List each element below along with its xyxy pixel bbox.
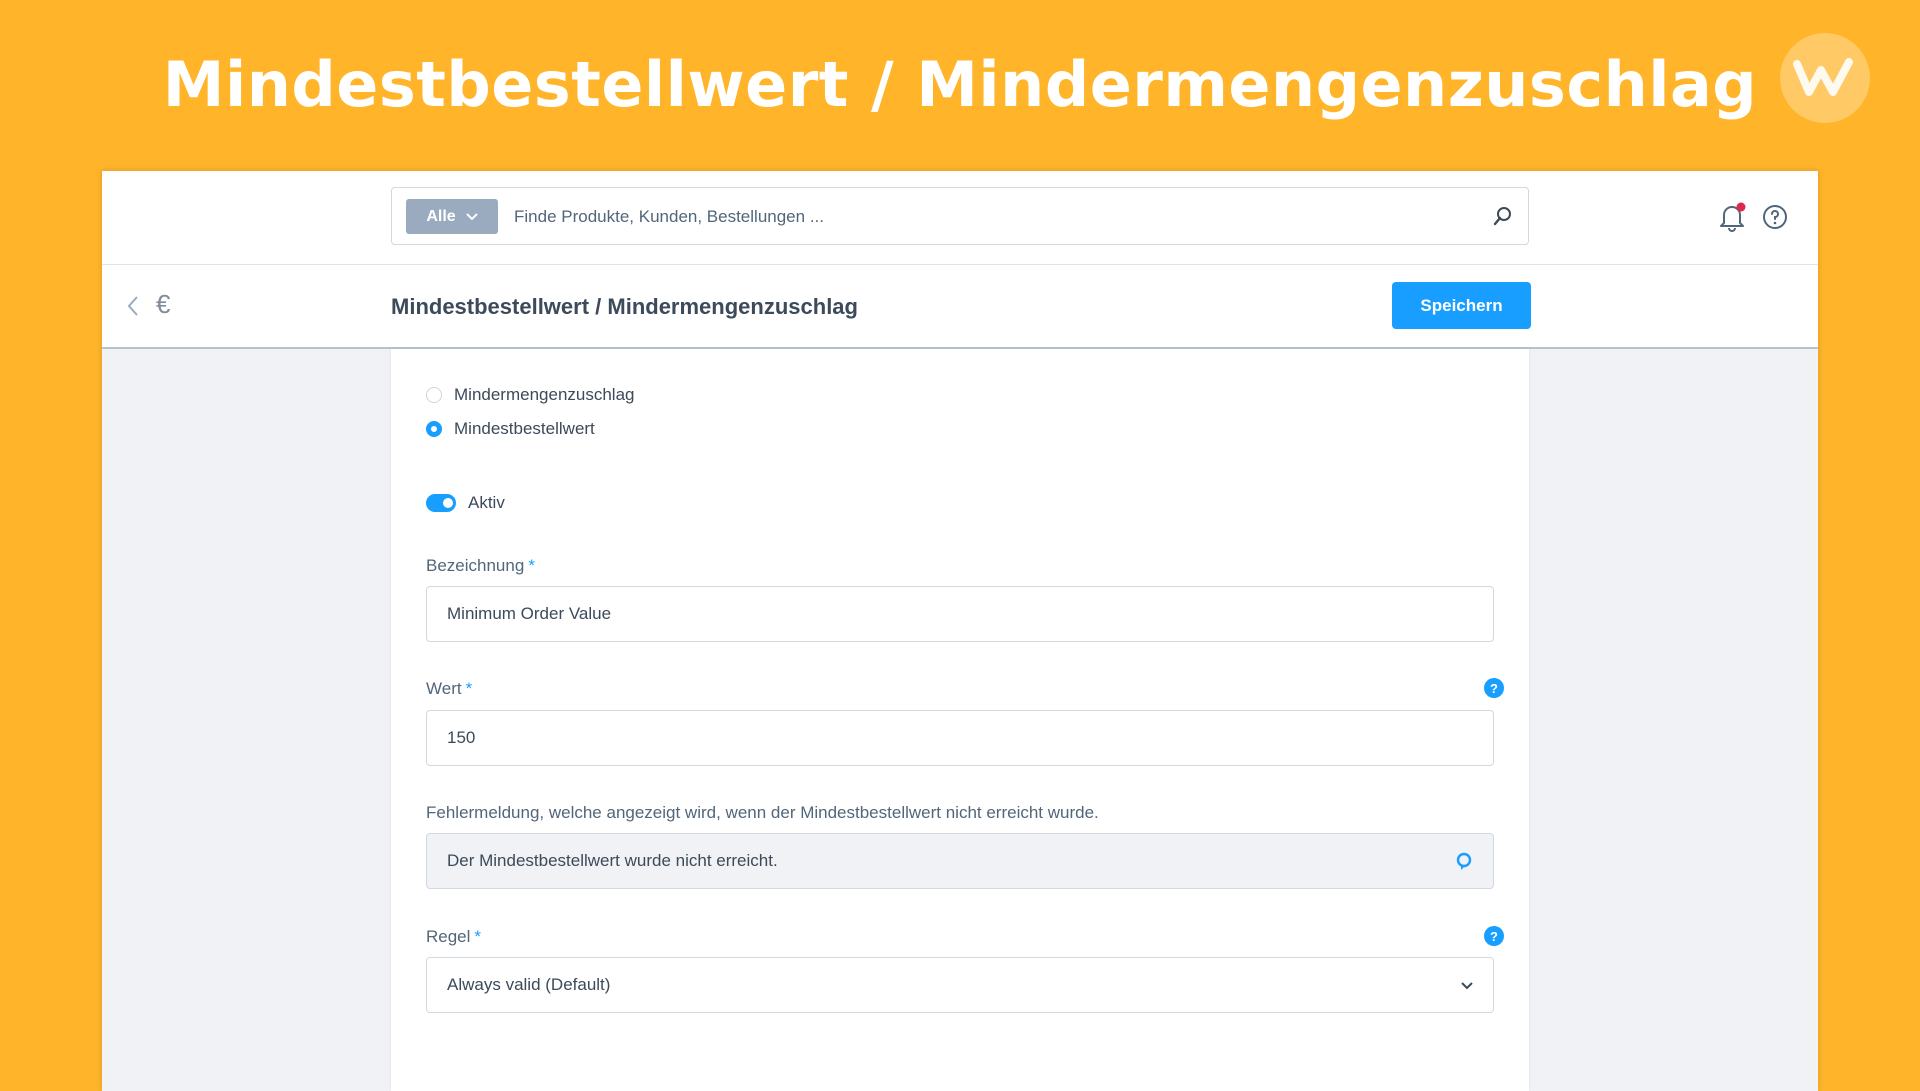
banner-title: Mindestbestellwert / Mindermengenzuschla… [162, 48, 1758, 121]
rule-select[interactable]: Always valid (Default) [426, 957, 1494, 1013]
error-message-field[interactable]: Der Mindestbestellwert wurde nicht errei… [426, 833, 1494, 889]
value-field[interactable]: 150 [426, 710, 1494, 766]
rule-label: Regel * [426, 927, 481, 947]
name-field-value: Minimum Order Value [447, 604, 612, 623]
active-toggle[interactable] [426, 494, 456, 512]
value-label-text: Wert [426, 679, 462, 698]
rule-help-icon[interactable]: ? [1484, 926, 1504, 946]
radio-button[interactable] [426, 387, 442, 403]
radio-option-min-order[interactable]: Mindestbestellwert [426, 419, 595, 439]
rule-label-text: Regel [426, 927, 471, 946]
global-search: Alle [391, 187, 1529, 245]
required-marker: * [465, 679, 473, 698]
error-message-label: Fehlermeldung, welche angezeigt wird, we… [426, 803, 1099, 822]
radio-option-surcharge[interactable]: Mindermengenzuschlag [426, 385, 635, 405]
logo-icon [1780, 33, 1870, 123]
required-marker: * [528, 556, 535, 575]
active-toggle-row[interactable]: Aktiv [426, 493, 505, 513]
value-label: Wert * [426, 679, 472, 699]
value-help-icon[interactable]: ? [1484, 678, 1504, 698]
help-icon[interactable] [1762, 204, 1788, 230]
smart-bar: € Mindestbestellwert / Mindermengenzusch… [102, 265, 1818, 349]
settings-card: Mindermengenzuschlag Mindestbestellwert … [391, 349, 1529, 1091]
rule-select-value: Always valid (Default) [447, 975, 611, 994]
search-filter-dropdown[interactable]: Alle [406, 199, 498, 234]
value-field-value: 150 [447, 728, 476, 747]
search-filter-label: Alle [426, 207, 456, 225]
euro-icon: € [156, 289, 171, 319]
search-input[interactable] [512, 196, 1456, 238]
name-label: Bezeichnung * [426, 556, 535, 576]
active-label: Aktiv [468, 493, 505, 512]
required-marker: * [474, 927, 482, 946]
error-message-value: Der Mindestbestellwert wurde nicht errei… [447, 851, 778, 870]
radio-button-checked[interactable] [426, 421, 442, 437]
page-title: Mindestbestellwert / Mindermengenzuschla… [391, 294, 858, 319]
admin-window: Alle € Mindestbestellwert / Mindermengen… [102, 171, 1818, 1091]
radio-label: Mindestbestellwert [454, 419, 595, 438]
name-label-text: Bezeichnung [426, 556, 525, 575]
top-bar: Alle [102, 171, 1818, 265]
back-icon[interactable] [126, 295, 140, 317]
save-button[interactable]: Speichern [1392, 282, 1531, 329]
search-icon[interactable] [1492, 205, 1514, 227]
chevron-down-icon [465, 212, 478, 220]
translate-icon[interactable] [1455, 852, 1473, 872]
chevron-down-icon [1461, 982, 1473, 990]
bell-icon[interactable] [1719, 202, 1747, 232]
radio-label: Mindermengenzuschlag [454, 385, 635, 404]
name-field[interactable]: Minimum Order Value [426, 586, 1494, 642]
